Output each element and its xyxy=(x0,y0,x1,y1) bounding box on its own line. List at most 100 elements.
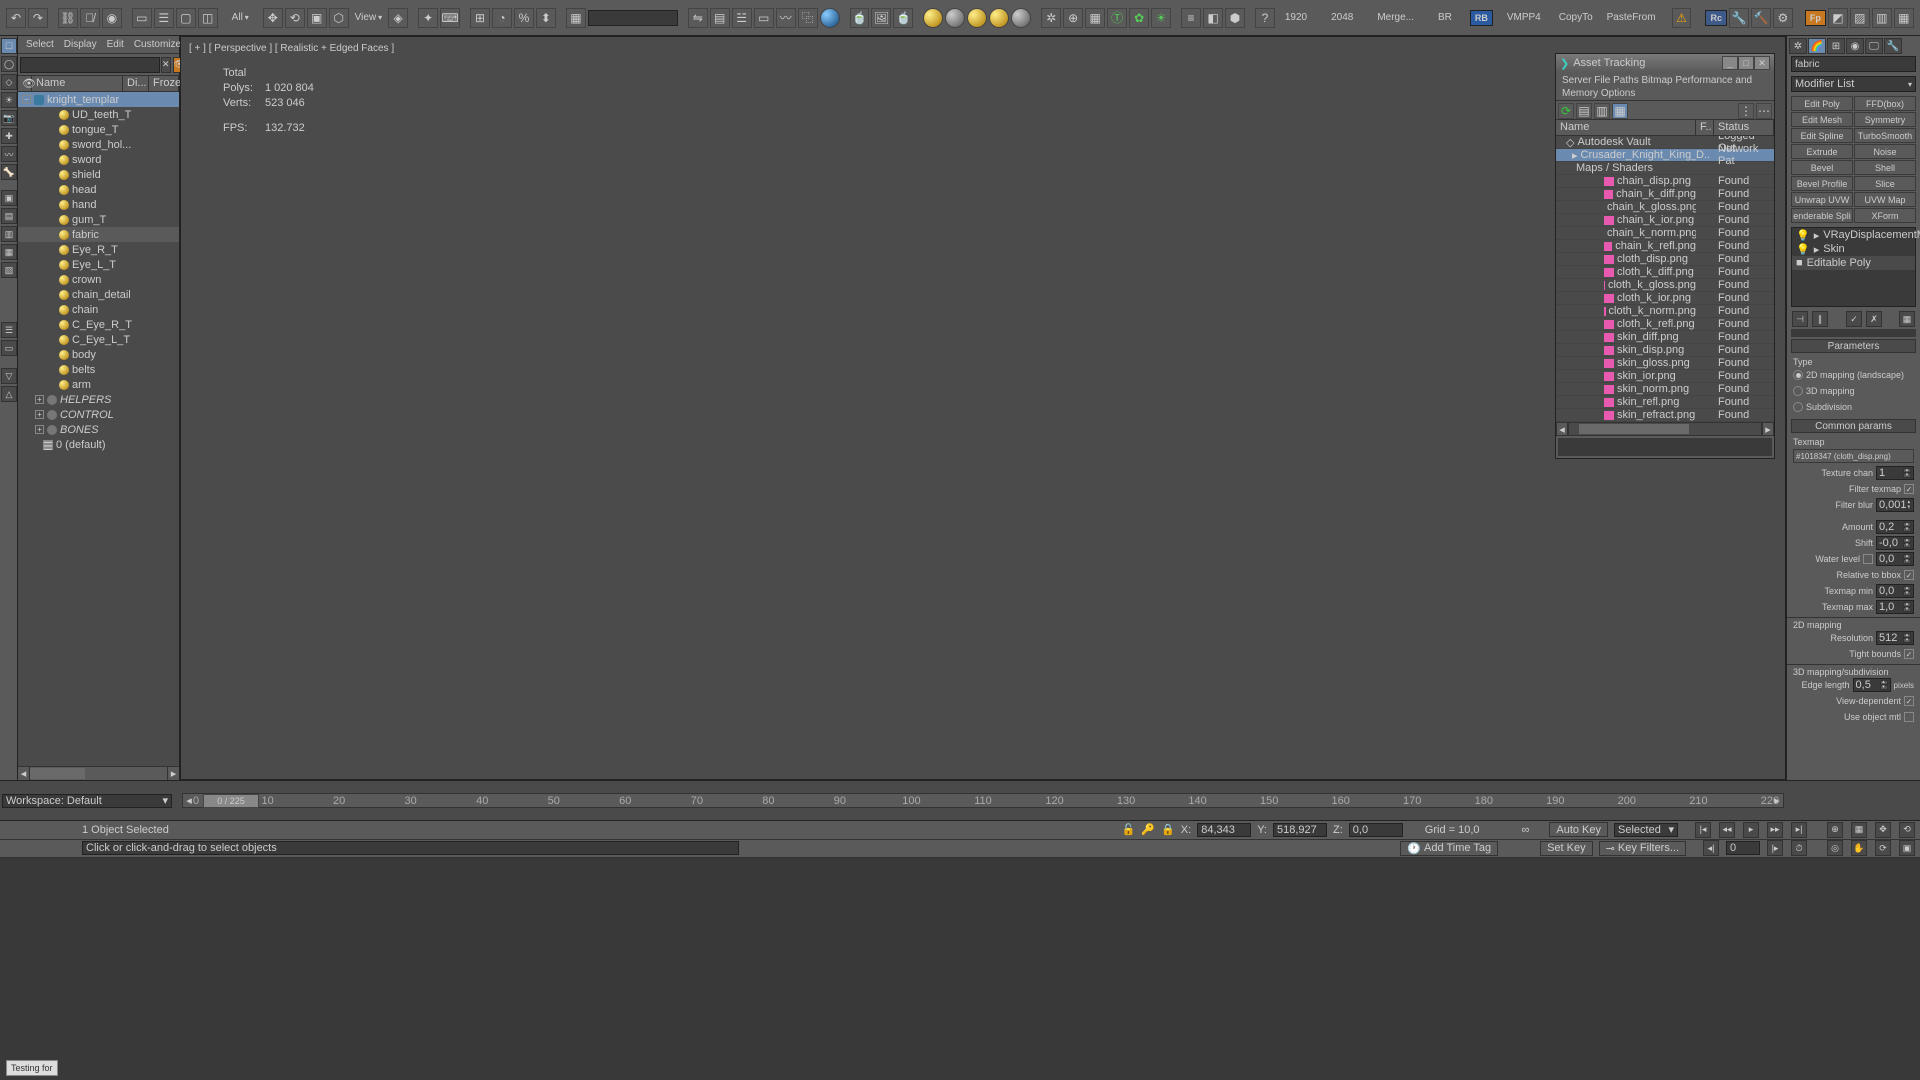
modifier-button[interactable]: Noise xyxy=(1854,144,1916,159)
tree-item[interactable]: arm xyxy=(18,377,179,392)
water-spinner[interactable]: 0,0▴▾ xyxy=(1876,552,1914,566)
redo-icon[interactable]: ↷ xyxy=(28,8,48,28)
tree-item[interactable]: gum_T xyxy=(18,212,179,227)
nav7-icon[interactable]: ⟳ xyxy=(1875,840,1891,856)
texmap-button[interactable]: #1018347 (cloth_disp.png) xyxy=(1793,449,1914,463)
tree-item[interactable]: C_Eye_L_T xyxy=(18,332,179,347)
amount-spinner[interactable]: 0,2▴▾ xyxy=(1876,520,1914,534)
t2-icon[interactable]: ▨ xyxy=(1850,8,1870,28)
tree-item[interactable]: C_Eye_R_T xyxy=(18,317,179,332)
next-key-icon[interactable]: |▸ xyxy=(1767,840,1783,856)
physics-icon[interactable]: ⬢ xyxy=(1225,8,1245,28)
material-icon[interactable] xyxy=(820,8,840,28)
rollout-parameters[interactable]: Parameters xyxy=(1791,339,1916,353)
rail-f1-icon[interactable]: ▣ xyxy=(1,190,17,206)
rail-f4-icon[interactable]: ▦ xyxy=(1,244,17,260)
scene-menu-display[interactable]: Display xyxy=(64,39,97,50)
modifier-button[interactable]: Bevel Profile xyxy=(1791,176,1853,191)
mirror-icon[interactable]: ⇋ xyxy=(688,8,708,28)
named-sel-icon[interactable]: ▦ xyxy=(566,8,586,28)
coord-z[interactable]: 0,0 xyxy=(1349,823,1403,837)
lock-icon[interactable]: 🔓 xyxy=(1122,823,1136,836)
chk-water[interactable] xyxy=(1863,554,1873,564)
particle-icon[interactable]: ✲ xyxy=(1041,8,1061,28)
render-setup-icon[interactable]: 🍵 xyxy=(850,8,870,28)
time-config-icon[interactable]: ⏱ xyxy=(1791,840,1807,856)
asset-menu[interactable]: Server File Paths Bitmap Performance and… xyxy=(1556,72,1774,100)
tree-item[interactable]: hand xyxy=(18,197,179,212)
frame-input[interactable]: 0 xyxy=(1726,841,1760,855)
modifier-button[interactable]: Symmetry xyxy=(1854,112,1916,127)
nav6-icon[interactable]: ✋ xyxy=(1851,840,1867,856)
tree-item[interactable]: body xyxy=(18,347,179,362)
helper-icon[interactable]: Ⓣ xyxy=(1107,8,1127,28)
tab-utility-icon[interactable]: 🔧 xyxy=(1884,38,1902,54)
scene-search-clear-icon[interactable]: ✕ xyxy=(161,57,171,73)
scene-menu-customize[interactable]: Customize xyxy=(134,39,181,50)
asset-min-icon[interactable]: _ xyxy=(1722,56,1738,70)
modifier-button[interactable]: Edit Mesh xyxy=(1791,112,1853,127)
scene-menu-select[interactable]: Select xyxy=(26,39,54,50)
rail-warp-icon[interactable]: 〰 xyxy=(1,146,17,162)
angle-snap-icon[interactable]: ◔ xyxy=(492,8,512,28)
tree-item[interactable]: crown xyxy=(18,272,179,287)
modifier-stack[interactable]: 💡▸VRayDisplacementMod 💡▸Skin ■Editable P… xyxy=(1791,227,1916,307)
rotate-icon[interactable]: ⟲ xyxy=(285,8,305,28)
nav2-icon[interactable]: ▦ xyxy=(1851,822,1867,838)
scene-hdr-froze[interactable]: Froze xyxy=(149,76,179,91)
mat-slot-5-icon[interactable] xyxy=(1011,8,1031,28)
autokey-button[interactable]: Auto Key xyxy=(1549,822,1608,837)
asset-file-row[interactable]: cloth_k_diff.pngFound xyxy=(1556,266,1774,279)
asset-file-row[interactable]: chain_k_norm.pngFound xyxy=(1556,227,1774,240)
lock2-icon[interactable]: 🔒 xyxy=(1161,823,1175,836)
modifier-button[interactable]: UVW Map xyxy=(1854,192,1916,207)
mat-slot-3-icon[interactable] xyxy=(967,8,987,28)
warn-icon[interactable]: ⚠ xyxy=(1672,8,1692,28)
tree-item[interactable]: sword_hol... xyxy=(18,137,179,152)
script-icon[interactable]: ∞ xyxy=(1522,824,1530,836)
tree-item[interactable]: Eye_R_T xyxy=(18,242,179,257)
asset-file-row[interactable]: skin_gloss.pngFound xyxy=(1556,357,1774,370)
asset-file-row[interactable]: skin_refl.pngFound xyxy=(1556,396,1774,409)
chk-viewdep[interactable] xyxy=(1904,696,1914,706)
asset-file-row[interactable]: chain_k_diff.pngFound xyxy=(1556,188,1774,201)
fp-badge[interactable]: Fp xyxy=(1805,10,1826,26)
shift-spinner[interactable]: -0,0▴▾ xyxy=(1876,536,1914,550)
modifier-button[interactable]: TurboSmooth xyxy=(1854,128,1916,143)
rail-camera-icon[interactable]: 📷 xyxy=(1,110,17,126)
asset-file-row[interactable]: chain_disp.pngFound xyxy=(1556,175,1774,188)
rail-c2-icon[interactable]: △ xyxy=(1,386,17,402)
mat-slot-1-icon[interactable] xyxy=(923,8,943,28)
link-icon[interactable]: ⛓ xyxy=(58,8,78,28)
asset-file-row[interactable]: skin_norm.pngFound xyxy=(1556,383,1774,396)
filterblur-spinner[interactable]: 0,001▴▾ xyxy=(1876,498,1914,512)
modifier-button[interactable]: Slice xyxy=(1854,176,1916,191)
time-thumb[interactable]: 0 / 225 xyxy=(203,794,259,808)
edge-spinner[interactable]: 0,5▴▾ xyxy=(1853,678,1891,692)
bulb-icon[interactable]: 💡 xyxy=(1796,243,1810,256)
next-frame-icon[interactable]: ▸▸ xyxy=(1767,822,1783,838)
nav3-icon[interactable]: ✥ xyxy=(1875,822,1891,838)
key-icon[interactable]: 🔑 xyxy=(1141,823,1155,836)
tree-item[interactable]: chain_detail xyxy=(18,287,179,302)
asset-root-file[interactable]: ▸Crusader_Knight_King_R...D..Network Pat xyxy=(1556,149,1774,162)
t1-icon[interactable]: ◩ xyxy=(1828,8,1848,28)
tree-item[interactable]: Eye_L_T xyxy=(18,257,179,272)
tree-group[interactable]: +HELPERS xyxy=(18,392,179,407)
tab-motion-icon[interactable]: ◉ xyxy=(1846,38,1864,54)
unlink-icon[interactable]: ⛓̸ xyxy=(80,8,100,28)
modifier-button[interactable]: XForm xyxy=(1854,208,1916,223)
prev-frame-icon[interactable]: ◂◂ xyxy=(1719,822,1735,838)
pivot-icon[interactable]: ◈ xyxy=(388,8,408,28)
mat-slot-4-icon[interactable] xyxy=(989,8,1009,28)
keymode-dropdown[interactable]: Selected▾ xyxy=(1614,823,1678,837)
stack-tb2-icon[interactable]: ∥ xyxy=(1812,311,1828,327)
tab-display-icon[interactable]: 🖵 xyxy=(1865,38,1883,54)
render-icon[interactable]: 🍵 xyxy=(893,8,913,28)
modifier-list-dropdown[interactable]: Modifier List▾ xyxy=(1791,76,1916,92)
asset-file-row[interactable]: cloth_k_refl.pngFound xyxy=(1556,318,1774,331)
asset-file-row[interactable]: chain_k_ior.pngFound xyxy=(1556,214,1774,227)
light-icon[interactable]: ✿ xyxy=(1129,8,1149,28)
tree-item[interactable]: tongue_T xyxy=(18,122,179,137)
keyfilters-button[interactable]: ⊸ Key Filters... xyxy=(1599,841,1686,856)
